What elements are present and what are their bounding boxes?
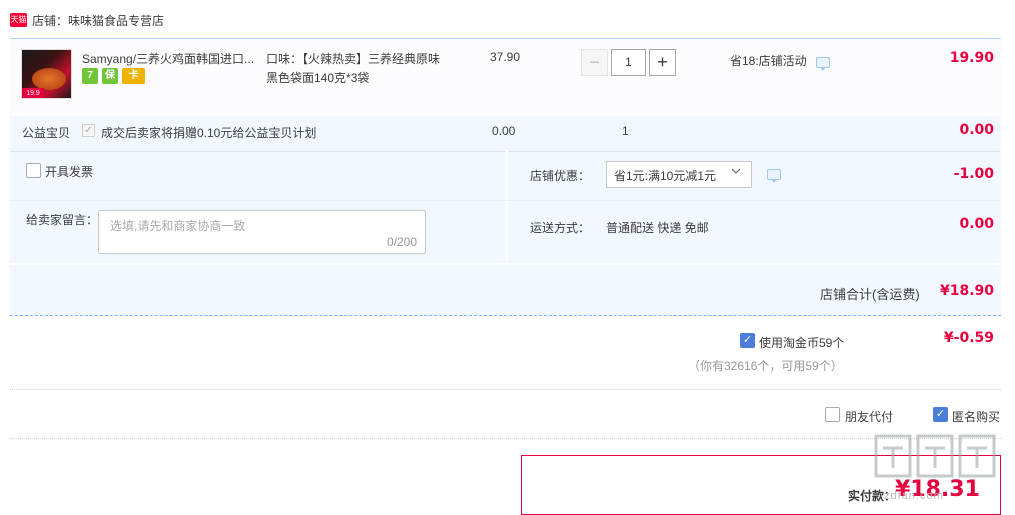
- shop-discount-label: 店铺优惠：: [530, 169, 591, 183]
- taobao-coin-checkbox[interactable]: ✓: [740, 333, 755, 348]
- shop-label: 店铺：: [32, 13, 69, 28]
- charity-label: 公益宝贝: [22, 126, 71, 140]
- shop-header: 天猫 店铺： 味味猫食品专营店: [10, 10, 1000, 30]
- anonymous-purchase-checkbox[interactable]: ✓: [933, 407, 948, 422]
- shipping-method-label: 运送方式：: [530, 221, 591, 235]
- invoice-label[interactable]: 开具发票: [45, 163, 93, 180]
- friend-pay-checkbox[interactable]: [825, 407, 840, 422]
- guarantee-icon[interactable]: 保: [102, 68, 118, 84]
- quantity-decrease-button[interactable]: −: [581, 49, 608, 76]
- anonymous-purchase-label[interactable]: 匿名购买: [952, 408, 1000, 425]
- taobao-coin-note: （你有32616个，可用59个）: [688, 359, 843, 373]
- discount-info-icon[interactable]: [767, 169, 781, 183]
- invoice-checkbox[interactable]: [26, 163, 41, 178]
- watermark-text: zdfan.com: [884, 490, 944, 502]
- shop-total-label: 店铺合计(含运费): [820, 287, 920, 302]
- shop-name-link[interactable]: 味味猫食品专营店: [68, 12, 164, 29]
- chevron-down-icon: [731, 168, 741, 174]
- charity-subtotal: 0.00: [959, 122, 994, 138]
- item-thumbnail[interactable]: 19.9: [21, 49, 72, 99]
- item-promotion: 省18:店铺活动: [730, 54, 807, 68]
- section-divider: [10, 389, 1001, 390]
- quantity-increase-button[interactable]: +: [649, 49, 676, 76]
- seller-message-label: 给卖家留言：: [26, 213, 99, 227]
- shipping-fee: 0.00: [959, 216, 994, 232]
- item-unit-price: 37.90: [490, 50, 521, 64]
- shipping-method-value: 普通配送 快递 免邮: [606, 221, 709, 235]
- item-sku: 口味：【火辣热卖】三养经典原味 黑色袋面140克*3袋: [266, 50, 466, 88]
- charity-checkbox: ✓: [82, 124, 95, 137]
- taobao-coin-amount: ¥-0.59: [943, 330, 994, 346]
- charity-price: 0.00: [492, 124, 516, 138]
- seven-day-return-icon[interactable]: 7: [82, 68, 98, 84]
- shop-discount-selected-value: 省1元:满10元减1元: [614, 169, 717, 183]
- seller-message-char-count: 0/200: [386, 235, 417, 249]
- taobao-coin-label[interactable]: 使用淘金币59个: [759, 334, 844, 351]
- friend-pay-label[interactable]: 朋友代付: [845, 408, 893, 425]
- options-divider: [10, 200, 1001, 201]
- thumbnail-price-tag: 19.9: [22, 88, 44, 98]
- charity-description: 成交后卖家将捐赠0.10元给公益宝贝计划: [101, 126, 317, 140]
- seller-message-placeholder: 选填,请先和商家协商一致: [110, 219, 246, 233]
- quantity-input[interactable]: 1: [611, 49, 646, 76]
- tmall-icon: 天猫: [10, 13, 27, 27]
- shop-total-amount: ¥18.90: [939, 283, 994, 299]
- item-title-link[interactable]: Samyang/三养火鸡面韩国进口...: [82, 50, 260, 67]
- item-subtotal: 19.90: [949, 50, 994, 66]
- charity-quantity: 1: [622, 124, 629, 138]
- noodle-image: [32, 68, 66, 90]
- shop-discount-amount: -1.00: [953, 166, 994, 182]
- section-divider: [10, 438, 1001, 439]
- credit-card-icon[interactable]: 卡: [122, 68, 145, 84]
- sku-line-flavor: 口味：【火辣热卖】三养经典原味: [266, 52, 441, 66]
- promotion-info-icon[interactable]: [816, 57, 830, 71]
- sku-line-package: 黑色袋面140克*3袋: [266, 71, 370, 85]
